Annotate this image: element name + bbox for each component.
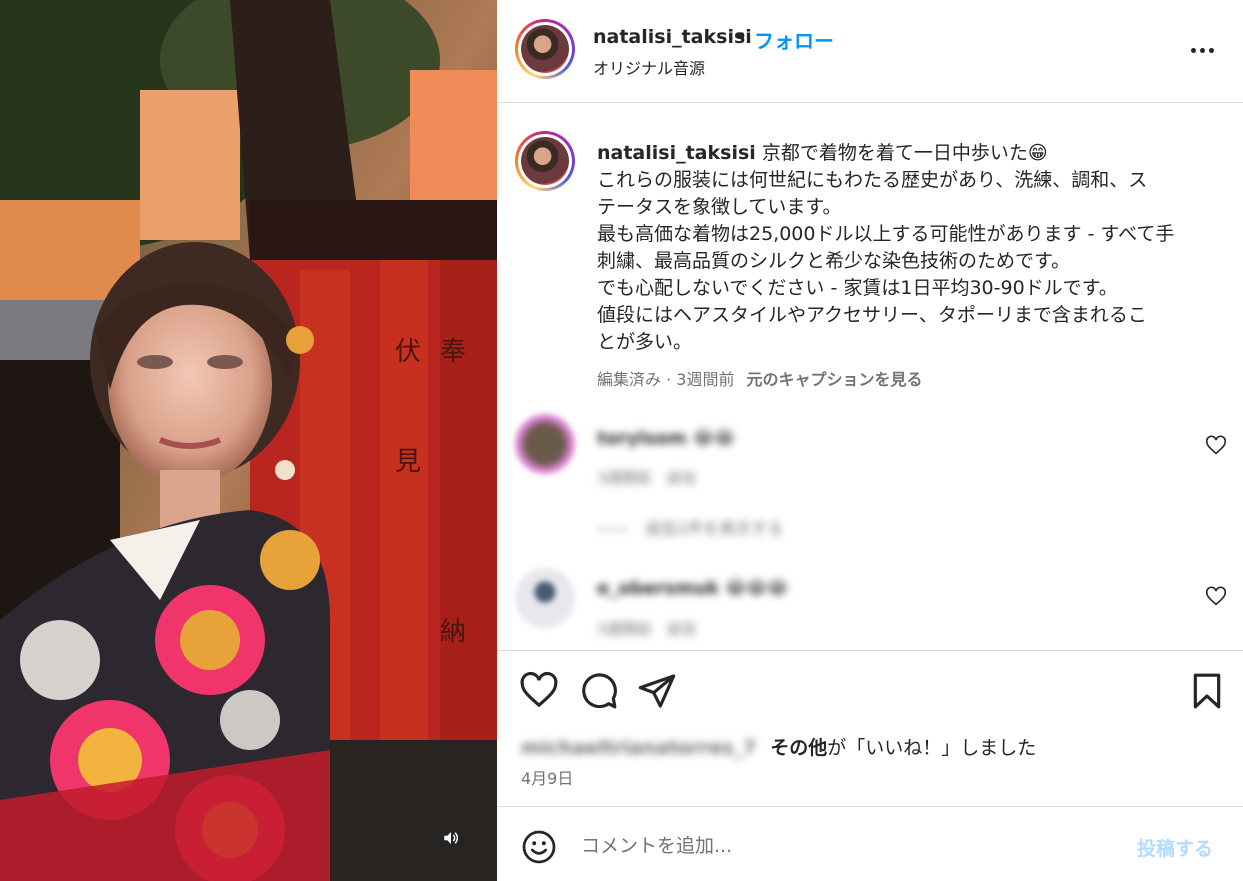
caption-line: 値段にはヘアスタイルやアクセサリー、タポーリまで含まれるこ bbox=[597, 304, 1147, 326]
post-photo: 伏 見 奉 納 bbox=[0, 0, 497, 881]
caption-text: natalisi_taksisi 京都で着物を着て一日中歩いた😁 これらの服装に… bbox=[597, 140, 1229, 356]
audio-toggle-button[interactable] bbox=[431, 818, 471, 858]
likes-others-link[interactable]: その他 bbox=[770, 737, 827, 759]
likes-summary: michaeltrianatorres_7 その他が「いいね！」しました bbox=[521, 733, 1036, 760]
heart-icon[interactable] bbox=[1205, 435, 1227, 457]
post-actions: michaeltrianatorres_7 その他が「いいね！」しました 4月9日 bbox=[497, 650, 1243, 806]
add-comment-bar: 投稿する bbox=[497, 806, 1243, 881]
liked-by-username[interactable]: michaeltrianatorres_7 bbox=[521, 737, 756, 759]
caption-line: とが多い。 bbox=[597, 331, 693, 353]
commenter-avatar[interactable] bbox=[515, 414, 575, 474]
commenter-username[interactable]: torylsom 😂😂 bbox=[597, 428, 735, 449]
caption-line: 最も高価な着物は25,000ドル以上する可能性があります - すべて手 bbox=[597, 223, 1175, 245]
comment-meta[interactable]: 3週間前 返信 bbox=[597, 467, 697, 488]
comment-button[interactable] bbox=[579, 671, 619, 711]
view-replies-button[interactable]: —— 返信1件を表示する bbox=[597, 515, 783, 539]
follow-button[interactable]: フォロー bbox=[754, 25, 834, 54]
caption-username[interactable]: natalisi_taksisi bbox=[597, 142, 756, 164]
commenter-avatar[interactable] bbox=[515, 568, 575, 628]
comment-meta[interactable]: 3週間前 返信 bbox=[597, 618, 697, 639]
caption-line: 刺繍、最高品質のシルクと希少な染色技術のためです。 bbox=[597, 250, 1071, 272]
post-media[interactable]: 伏 見 奉 納 bbox=[0, 0, 497, 881]
separator-dot: • bbox=[735, 26, 748, 48]
caption-timestamp: 編集済み · 3週間前 bbox=[597, 370, 735, 389]
caption-line: でも心配しないでください - 家賃は1日平均30-90ドルです。 bbox=[597, 277, 1118, 299]
commenter-username[interactable]: e_obersmuk 😂😂😂 bbox=[597, 578, 788, 599]
post-header: natalisi_taksisi • フォロー オリジナル音源 bbox=[497, 0, 1243, 103]
post-side-panel: natalisi_taksisi • フォロー オリジナル音源 natalisi… bbox=[497, 0, 1243, 881]
svg-text:見: 見 bbox=[395, 447, 421, 477]
caption-line: これらの服装には何世紀にもわたる歴史があり、洗練、調和、ス bbox=[597, 169, 1148, 191]
more-options-button[interactable] bbox=[1187, 38, 1217, 62]
heart-icon[interactable] bbox=[1205, 586, 1227, 608]
svg-text:納: 納 bbox=[440, 617, 466, 647]
like-button[interactable] bbox=[519, 671, 559, 711]
see-original-caption-link[interactable]: 元のキャプションを見る bbox=[746, 370, 922, 389]
share-button[interactable] bbox=[637, 671, 677, 711]
post-date[interactable]: 4月9日 bbox=[521, 765, 573, 789]
audio-label[interactable]: オリジナル音源 bbox=[593, 55, 705, 79]
comment-input[interactable] bbox=[581, 829, 1101, 863]
caption-line: テータスを象徴しています。 bbox=[597, 196, 842, 218]
post-comment-button[interactable]: 投稿する bbox=[1137, 834, 1213, 861]
author-username[interactable]: natalisi_taksisi bbox=[593, 26, 752, 48]
svg-text:伏: 伏 bbox=[395, 337, 421, 367]
speaker-icon bbox=[444, 832, 459, 844]
caption-meta: 編集済み · 3週間前 元のキャプションを見る bbox=[597, 366, 922, 390]
more-horizontal-icon bbox=[1190, 47, 1214, 53]
caption-line: 京都で着物を着て一日中歩いた😁 bbox=[761, 142, 1048, 164]
likes-suffix: が「いいね！」しました bbox=[827, 737, 1037, 759]
save-button[interactable] bbox=[1187, 671, 1227, 711]
caption-avatar[interactable] bbox=[515, 131, 575, 191]
smiley-icon[interactable] bbox=[521, 829, 557, 865]
author-avatar[interactable] bbox=[515, 19, 575, 79]
svg-text:奉: 奉 bbox=[440, 337, 466, 367]
